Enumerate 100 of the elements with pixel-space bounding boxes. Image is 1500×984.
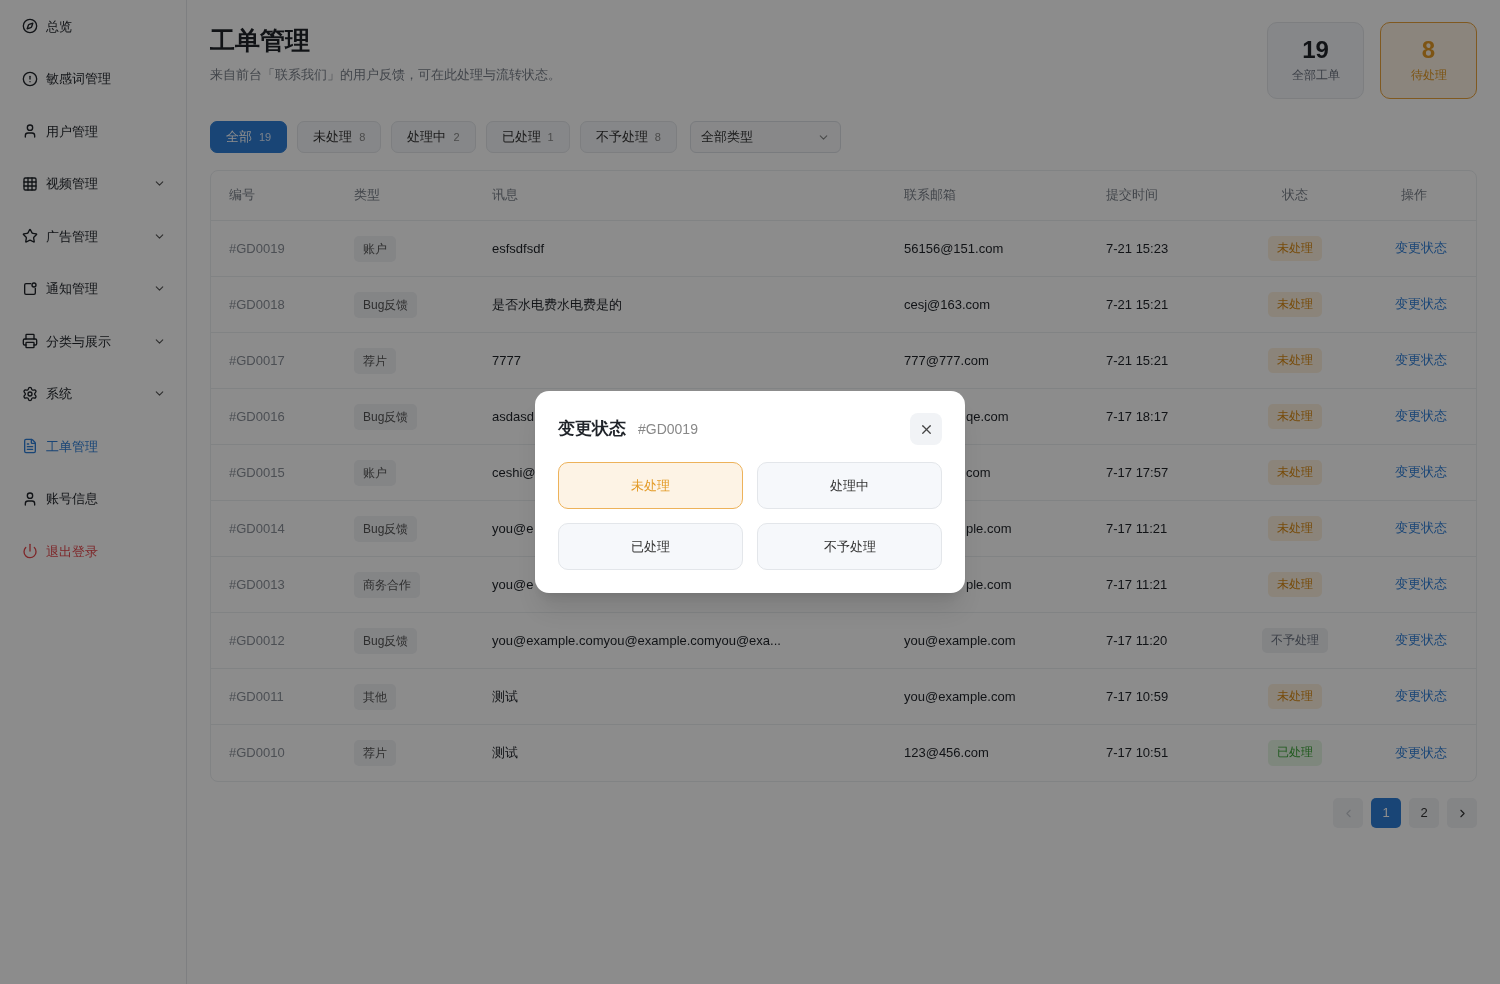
ticket-id: #GD0011 xyxy=(229,688,284,704)
type-tag: Bug反馈 xyxy=(354,291,418,318)
settings-icon xyxy=(22,385,38,402)
user-icon xyxy=(22,490,38,507)
status-tag: 未处理 xyxy=(1267,459,1322,486)
email-text: you@example.com xyxy=(904,688,1016,704)
change-status-link[interactable]: 变更状态 xyxy=(1394,519,1447,538)
email-text: ple.com xyxy=(966,576,1012,592)
column-header: 提交时间 xyxy=(1106,188,1158,203)
message-text: 测试 xyxy=(492,745,518,761)
stat-label: 待处理 xyxy=(1410,66,1447,84)
submit-time: 7-21 15:23 xyxy=(1106,240,1169,256)
status-tag: 未处理 xyxy=(1267,403,1322,430)
message-text: asdasd xyxy=(492,408,534,424)
filter-tab[interactable]: 不予处理 8 xyxy=(579,121,677,153)
close-button[interactable] xyxy=(910,413,942,445)
change-status-link[interactable]: 变更状态 xyxy=(1394,687,1447,706)
change-status-link[interactable]: 变更状态 xyxy=(1394,295,1447,314)
ticket-number: #GD0019 xyxy=(638,420,698,440)
column-header: 操作 xyxy=(1400,187,1427,205)
message-text: 7777 xyxy=(492,352,521,368)
change-status-link[interactable]: 变更状态 xyxy=(1394,743,1447,763)
sidebar-item[interactable]: 敏感词管理 xyxy=(0,52,186,105)
page-title: 工单管理 xyxy=(210,25,311,56)
message-text: ceshi@ xyxy=(492,464,536,480)
column-header: 讯息 xyxy=(492,188,518,203)
change-status-link[interactable]: 变更状态 xyxy=(1394,463,1447,482)
submit-time: 7-21 15:21 xyxy=(1106,352,1169,368)
type-tag: Bug反馈 xyxy=(354,627,418,654)
submit-time: 7-17 11:20 xyxy=(1106,632,1168,648)
message-text: you@e xyxy=(492,520,534,536)
message-text: you@e xyxy=(492,576,534,592)
ticket-id: #GD0013 xyxy=(229,576,285,592)
type-tag: 荐片 xyxy=(354,347,396,374)
type-tag: 其他 xyxy=(354,683,396,710)
power-icon xyxy=(22,543,38,560)
status-option[interactable]: 处理中 xyxy=(757,462,942,509)
status-option[interactable]: 已处理 xyxy=(558,523,743,570)
notification-icon xyxy=(22,280,38,297)
sidebar-item[interactable]: 分类与展示 xyxy=(0,315,186,368)
filter-tab[interactable]: 已处理 1 xyxy=(485,121,570,153)
submit-time: 7-17 10:51 xyxy=(1106,745,1169,761)
ticket-id: #GD0015 xyxy=(229,464,285,480)
status-tag: 未处理 xyxy=(1267,683,1322,710)
filter-tab[interactable]: 处理中 2 xyxy=(391,121,476,153)
column-header: 联系邮箱 xyxy=(904,188,956,203)
type-tag: 账户 xyxy=(354,459,396,486)
sidebar-item[interactable]: 视频管理 xyxy=(0,157,186,210)
filter-tab[interactable]: 未处理 8 xyxy=(297,121,382,153)
stat-value: 19 xyxy=(1302,37,1329,62)
column-header: 类型 xyxy=(354,188,380,203)
type-select[interactable]: 全部类型 xyxy=(689,121,841,153)
email-text: qe.com xyxy=(966,408,1009,424)
ticket-id: #GD0018 xyxy=(229,296,285,312)
type-tag: 荐片 xyxy=(354,740,396,766)
email-text: 56156@151.com xyxy=(904,240,1004,256)
email-text: 123@456.com xyxy=(904,745,989,761)
email-text: cesj@163.com xyxy=(904,296,991,312)
change-status-link[interactable]: 变更状态 xyxy=(1394,575,1447,594)
submit-time: 7-17 11:21 xyxy=(1106,520,1168,536)
filter-tab[interactable]: 全部 19 xyxy=(210,121,288,153)
sidebar-item[interactable]: 总览 xyxy=(0,0,186,53)
next-page-button[interactable] xyxy=(1447,798,1477,828)
sidebar-item[interactable]: 工单管理 xyxy=(0,420,186,473)
page-button[interactable]: 1 xyxy=(1371,798,1401,828)
status-option[interactable]: 不予处理 xyxy=(757,523,942,570)
email-text: ple.com xyxy=(966,520,1012,536)
star-icon xyxy=(22,228,38,245)
printer-icon xyxy=(22,333,38,350)
sidebar-item[interactable]: 广告管理 xyxy=(0,210,186,263)
message-text: you@example.comyou@example.comyou@exa... xyxy=(492,632,781,648)
submit-time: 7-17 10:59 xyxy=(1106,688,1169,704)
change-status-link[interactable]: 变更状态 xyxy=(1394,407,1447,426)
status-tag: 未处理 xyxy=(1267,347,1322,374)
change-status-link[interactable]: 变更状态 xyxy=(1394,239,1447,258)
sidebar-item[interactable]: 退出登录 xyxy=(0,525,186,578)
grid-icon xyxy=(22,175,38,192)
submit-time: 7-17 18:17 xyxy=(1106,408,1169,424)
sidebar-item[interactable]: 系统 xyxy=(0,367,186,420)
compass-icon xyxy=(22,18,38,35)
change-status-link[interactable]: 变更状态 xyxy=(1394,351,1447,370)
type-tag: Bug反馈 xyxy=(354,403,418,430)
change-status-link[interactable]: 变更状态 xyxy=(1394,631,1447,650)
page-button[interactable]: 2 xyxy=(1409,798,1439,828)
message-text: 测试 xyxy=(492,688,518,704)
type-tag: Bug反馈 xyxy=(354,515,418,542)
sidebar-item[interactable]: 账号信息 xyxy=(0,472,186,525)
sidebar-item[interactable]: 用户管理 xyxy=(0,105,186,158)
column-header: 状态 xyxy=(1281,187,1308,205)
submit-time: 7-21 15:21 xyxy=(1106,296,1169,312)
page-subtitle: 来自前台「联系我们」的用户反馈，可在此处理与流转状态。 xyxy=(210,67,561,84)
user-icon xyxy=(22,123,38,140)
ticket-id: #GD0019 xyxy=(229,240,285,256)
message-text: esfsdfsdf xyxy=(492,240,545,256)
sidebar-item[interactable]: 通知管理 xyxy=(0,262,186,315)
message-text: 是否水电费水电费是的 xyxy=(492,296,622,312)
status-tag: 已处理 xyxy=(1267,740,1322,766)
ticket-id: #GD0010 xyxy=(229,745,285,761)
ticket-id: #GD0014 xyxy=(229,520,285,536)
status-tag: 未处理 xyxy=(1267,291,1322,318)
